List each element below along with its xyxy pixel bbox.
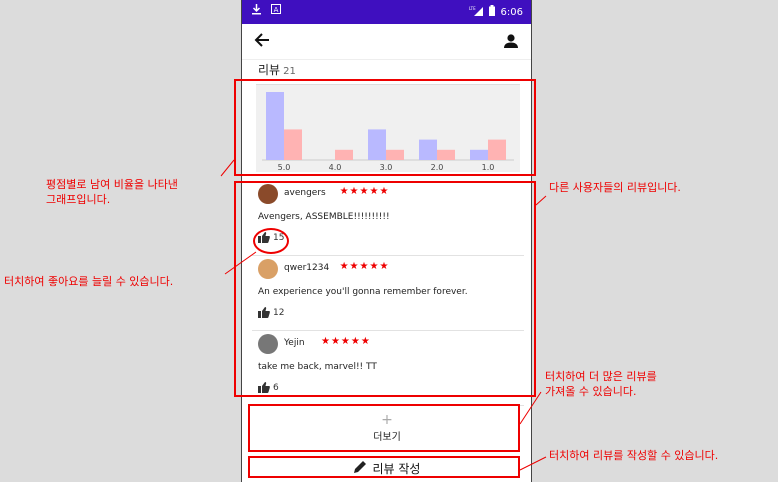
annotation-connectors bbox=[220, 159, 547, 471]
write-connector bbox=[519, 456, 547, 471]
more-connector bbox=[519, 391, 542, 425]
like-connector bbox=[224, 251, 257, 275]
chart-annotation-line2: 그래프입니다. bbox=[46, 193, 111, 206]
more-annotation-line1: 터치하여 더 많은 리뷰를 bbox=[545, 370, 657, 383]
more-annotation: 터치하여 더 많은 리뷰를 가져올 수 있습니다. bbox=[545, 369, 657, 399]
like-annotation: 터치하여 좋아요를 늘릴 수 있습니다. bbox=[4, 275, 174, 288]
reviews-connector bbox=[535, 195, 547, 206]
reviews-annotation: 다른 사용자들의 리뷰입니다. bbox=[549, 181, 681, 194]
chart-annotation: 평점별로 남여 비율을 나타낸 그래프입니다. bbox=[46, 177, 178, 207]
chart-annotation-line1: 평점별로 남여 비율을 나타낸 bbox=[46, 178, 178, 191]
chart-connector bbox=[220, 159, 235, 177]
write-annotation: 터치하여 리뷰를 작성할 수 있습니다. bbox=[549, 449, 719, 462]
more-annotation-line2: 가져올 수 있습니다. bbox=[545, 385, 637, 398]
